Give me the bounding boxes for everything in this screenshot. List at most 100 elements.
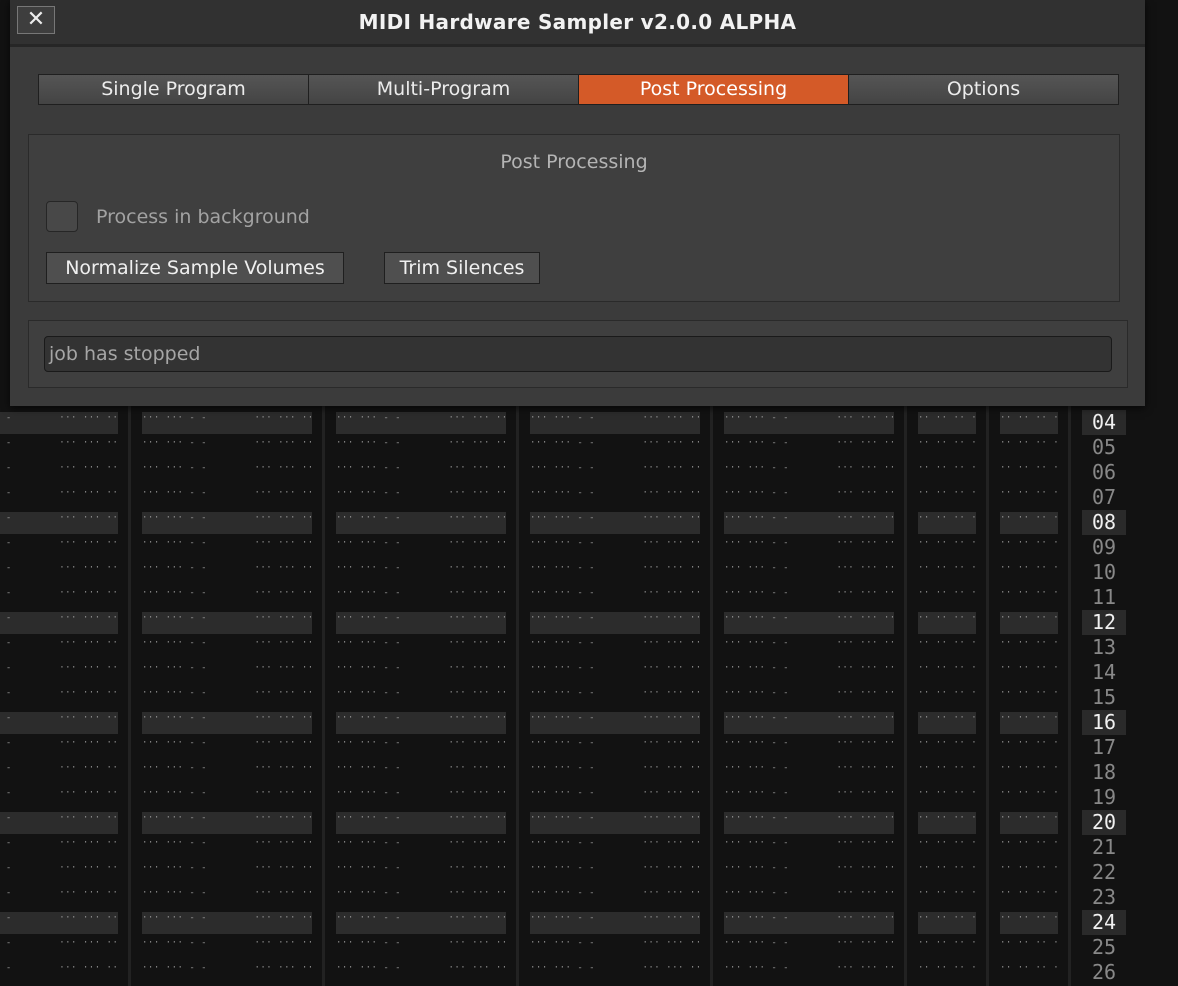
pattern-row[interactable]: ··· ··· - - _ _ ··· ··· ··· ···: [336, 585, 506, 610]
pattern-row[interactable]: - _ _ ··· ··· ··· ···: [0, 960, 118, 985]
pattern-row[interactable]: ··· ··· - - _ _ ··· ··· ··· ···: [530, 510, 700, 535]
pattern-row[interactable]: ··· ··· - - _ _ ··· ··· ··· ···: [336, 535, 506, 560]
pattern-row[interactable]: ··· ··· - - _ _ ··· ··· ··· ···: [530, 735, 700, 760]
pattern-row[interactable]: ··· ··· - - _ _ ··· ··· ··· ···: [142, 560, 312, 585]
pattern-row[interactable]: ··· ··· - - _ _ ··· ··· ··· ···: [724, 885, 894, 910]
pattern-row[interactable]: ··· ··· - - _ _ ··· ··· ··· ···: [724, 935, 894, 960]
pattern-row[interactable]: - _ _ ··· ··· ··· ···: [0, 560, 118, 585]
pattern-row[interactable]: ·· ·· ·· ···· ·· ·· ··: [1000, 635, 1058, 660]
pattern-row[interactable]: ··· ··· - - _ _ ··· ··· ··· ···: [336, 435, 506, 460]
pattern-row[interactable]: ··· ··· - - _ _ ··· ··· ··· ···: [724, 910, 894, 935]
pattern-row[interactable]: ··· ··· - - _ _ ··· ··· ··· ···: [530, 860, 700, 885]
tab-options[interactable]: Options: [848, 74, 1119, 105]
pattern-row[interactable]: - _ _ ··· ··· ··· ···: [0, 435, 118, 460]
pattern-row[interactable]: ··· ··· - - _ _ ··· ··· ··· ···: [142, 935, 312, 960]
process-in-background-label[interactable]: Process in background: [96, 206, 310, 228]
pattern-row[interactable]: ··· ··· - - _ _ ··· ··· ··· ···: [336, 685, 506, 710]
pattern-row[interactable]: ·· ·· ·· ···· ·· ·· ··: [1000, 610, 1058, 635]
pattern-row[interactable]: ··· ··· - - _ _ ··· ··· ··· ···: [142, 410, 312, 435]
pattern-row[interactable]: ·· ·· ·· ···· ·· ·· ··: [918, 460, 976, 485]
pattern-row[interactable]: ··· ··· - - _ _ ··· ··· ··· ···: [530, 910, 700, 935]
pattern-row[interactable]: ··· ··· - - _ _ ··· ··· ··· ···: [530, 685, 700, 710]
pattern-row[interactable]: ··· ··· - - _ _ ··· ··· ··· ···: [724, 860, 894, 885]
pattern-row[interactable]: ··· ··· - - _ _ ··· ··· ··· ···: [724, 435, 894, 460]
pattern-row[interactable]: ·· ·· ·· ···· ·· ·· ··: [918, 435, 976, 460]
pattern-row[interactable]: ··· ··· - - _ _ ··· ··· ··· ···: [530, 710, 700, 735]
pattern-row[interactable]: - _ _ ··· ··· ··· ···: [0, 885, 118, 910]
pattern-row[interactable]: ··· ··· - - _ _ ··· ··· ··· ···: [142, 860, 312, 885]
pattern-row[interactable]: ··· ··· - - _ _ ··· ··· ··· ···: [530, 610, 700, 635]
pattern-row[interactable]: - _ _ ··· ··· ··· ···: [0, 660, 118, 685]
pattern-row[interactable]: ··· ··· - - _ _ ··· ··· ··· ···: [142, 485, 312, 510]
pattern-row[interactable]: - _ _ ··· ··· ··· ···: [0, 810, 118, 835]
pattern-row[interactable]: ·· ·· ·· ···· ·· ·· ··: [918, 485, 976, 510]
pattern-row[interactable]: ··· ··· - - _ _ ··· ··· ··· ···: [336, 510, 506, 535]
pattern-row[interactable]: ··· ··· - - _ _ ··· ··· ··· ···: [142, 785, 312, 810]
pattern-row[interactable]: ·· ·· ·· ···· ·· ·· ··: [918, 910, 976, 935]
pattern-row[interactable]: ·· ·· ·· ···· ·· ·· ··: [1000, 910, 1058, 935]
pattern-row[interactable]: ·· ·· ·· ···· ·· ·· ··: [918, 610, 976, 635]
pattern-row[interactable]: ·· ·· ·· ···· ·· ·· ··: [918, 510, 976, 535]
pattern-row[interactable]: ·· ·· ·· ···· ·· ·· ··: [1000, 810, 1058, 835]
pattern-row[interactable]: ··· ··· - - _ _ ··· ··· ··· ···: [142, 910, 312, 935]
pattern-row[interactable]: ·· ·· ·· ···· ·· ·· ··: [918, 710, 976, 735]
pattern-row[interactable]: - _ _ ··· ··· ··· ···: [0, 460, 118, 485]
pattern-row[interactable]: - _ _ ··· ··· ··· ···: [0, 635, 118, 660]
pattern-row[interactable]: ·· ·· ·· ···· ·· ·· ··: [1000, 710, 1058, 735]
pattern-row[interactable]: ··· ··· - - _ _ ··· ··· ··· ···: [724, 660, 894, 685]
pattern-row[interactable]: ··· ··· - - _ _ ··· ··· ··· ···: [336, 710, 506, 735]
pattern-row[interactable]: ··· ··· - - _ _ ··· ··· ··· ···: [142, 960, 312, 985]
pattern-row[interactable]: ·· ·· ·· ···· ·· ·· ··: [1000, 660, 1058, 685]
pattern-row[interactable]: ·· ·· ·· ···· ·· ·· ··: [918, 960, 976, 985]
pattern-row[interactable]: ·· ·· ·· ···· ·· ·· ··: [1000, 535, 1058, 560]
pattern-row[interactable]: ·· ·· ·· ···· ·· ·· ··: [1000, 960, 1058, 985]
pattern-row[interactable]: ··· ··· - - _ _ ··· ··· ··· ···: [530, 960, 700, 985]
pattern-row[interactable]: ··· ··· - - _ _ ··· ··· ··· ···: [336, 560, 506, 585]
pattern-row[interactable]: - _ _ ··· ··· ··· ···: [0, 610, 118, 635]
pattern-row[interactable]: ·· ·· ·· ···· ·· ·· ··: [918, 785, 976, 810]
pattern-row[interactable]: ··· ··· - - _ _ ··· ··· ··· ···: [142, 660, 312, 685]
pattern-row[interactable]: - _ _ ··· ··· ··· ···: [0, 910, 118, 935]
pattern-row[interactable]: ·· ·· ·· ···· ·· ·· ··: [918, 560, 976, 585]
pattern-row[interactable]: ··· ··· - - _ _ ··· ··· ··· ···: [724, 485, 894, 510]
pattern-row[interactable]: ··· ··· - - _ _ ··· ··· ··· ···: [724, 410, 894, 435]
pattern-row[interactable]: ··· ··· - - _ _ ··· ··· ··· ···: [336, 885, 506, 910]
pattern-row[interactable]: ·· ·· ·· ···· ·· ·· ··: [1000, 685, 1058, 710]
pattern-row[interactable]: ··· ··· - - _ _ ··· ··· ··· ···: [530, 485, 700, 510]
pattern-row[interactable]: ·· ·· ·· ···· ·· ·· ··: [918, 635, 976, 660]
pattern-row[interactable]: ··· ··· - - _ _ ··· ··· ··· ···: [336, 610, 506, 635]
pattern-row[interactable]: ··· ··· - - _ _ ··· ··· ··· ···: [724, 785, 894, 810]
pattern-row[interactable]: ··· ··· - - _ _ ··· ··· ··· ···: [336, 910, 506, 935]
pattern-row[interactable]: - _ _ ··· ··· ··· ···: [0, 510, 118, 535]
pattern-row[interactable]: ··· ··· - - _ _ ··· ··· ··· ···: [530, 435, 700, 460]
pattern-row[interactable]: ··· ··· - - _ _ ··· ··· ··· ···: [336, 960, 506, 985]
pattern-row[interactable]: ··· ··· - - _ _ ··· ··· ··· ···: [142, 760, 312, 785]
pattern-row[interactable]: ·· ·· ·· ···· ·· ·· ··: [918, 535, 976, 560]
pattern-row[interactable]: ··· ··· - - _ _ ··· ··· ··· ···: [530, 835, 700, 860]
pattern-row[interactable]: - _ _ ··· ··· ··· ···: [0, 735, 118, 760]
pattern-row[interactable]: ··· ··· - - _ _ ··· ··· ··· ···: [530, 810, 700, 835]
pattern-row[interactable]: - _ _ ··· ··· ··· ···: [0, 485, 118, 510]
process-in-background-checkbox[interactable]: [46, 201, 78, 232]
pattern-row[interactable]: ··· ··· - - _ _ ··· ··· ··· ···: [336, 410, 506, 435]
pattern-row[interactable]: ··· ··· - - _ _ ··· ··· ··· ···: [530, 585, 700, 610]
pattern-row[interactable]: ·· ·· ·· ···· ·· ·· ··: [918, 860, 976, 885]
pattern-row[interactable]: ··· ··· - - _ _ ··· ··· ··· ···: [336, 460, 506, 485]
pattern-row[interactable]: ··· ··· - - _ _ ··· ··· ··· ···: [142, 535, 312, 560]
pattern-row[interactable]: ··· ··· - - _ _ ··· ··· ··· ···: [142, 510, 312, 535]
pattern-row[interactable]: ·· ·· ·· ···· ·· ·· ··: [1000, 485, 1058, 510]
pattern-row[interactable]: ·· ·· ·· ···· ·· ·· ··: [918, 735, 976, 760]
pattern-row[interactable]: - _ _ ··· ··· ··· ···: [0, 835, 118, 860]
pattern-row[interactable]: ··· ··· - - _ _ ··· ··· ··· ···: [336, 735, 506, 760]
pattern-row[interactable]: ··· ··· - - _ _ ··· ··· ··· ···: [142, 635, 312, 660]
pattern-row[interactable]: ·· ·· ·· ···· ·· ·· ··: [1000, 735, 1058, 760]
pattern-row[interactable]: ··· ··· - - _ _ ··· ··· ··· ···: [724, 560, 894, 585]
pattern-row[interactable]: - _ _ ··· ··· ··· ···: [0, 860, 118, 885]
pattern-row[interactable]: ··· ··· - - _ _ ··· ··· ··· ···: [724, 610, 894, 635]
pattern-row[interactable]: ··· ··· - - _ _ ··· ··· ··· ···: [530, 535, 700, 560]
tab-multi-program[interactable]: Multi-Program: [308, 74, 579, 105]
pattern-row[interactable]: ·· ·· ·· ···· ·· ·· ··: [1000, 785, 1058, 810]
pattern-row[interactable]: ·· ·· ·· ···· ·· ·· ··: [1000, 835, 1058, 860]
pattern-row[interactable]: ·· ·· ·· ···· ·· ·· ··: [918, 810, 976, 835]
pattern-row[interactable]: ··· ··· - - _ _ ··· ··· ··· ···: [530, 885, 700, 910]
